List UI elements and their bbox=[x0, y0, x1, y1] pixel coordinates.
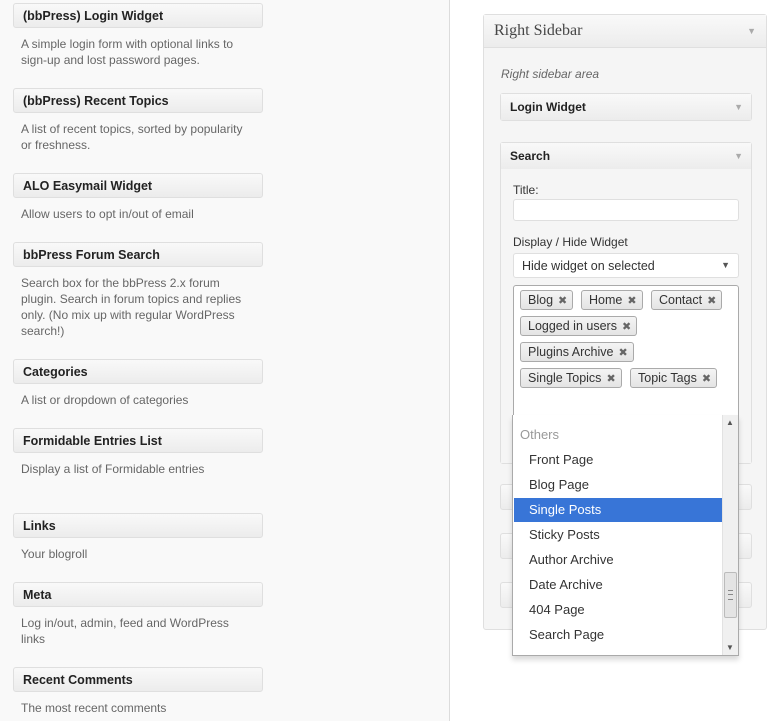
close-icon[interactable]: ✖ bbox=[618, 347, 627, 359]
available-widgets-list: (bbPress) Login Widget A simple login fo… bbox=[0, 0, 449, 721]
scrollbar-thumb[interactable] bbox=[724, 572, 737, 618]
tag-chip: Plugins Archive ✖ bbox=[520, 342, 634, 362]
right-sidebar-header[interactable]: Right Sidebar ▼ bbox=[484, 15, 766, 48]
triangle-down-icon[interactable]: ▼ bbox=[734, 151, 743, 161]
login-widget-header[interactable]: Login Widget ▼ bbox=[501, 94, 751, 120]
close-icon[interactable]: ✖ bbox=[627, 295, 636, 307]
tag-chip: Home ✖ bbox=[581, 290, 643, 310]
dropdown-group-label: Others bbox=[520, 427, 560, 442]
widget-description: A list of recent topics, sorted by popul… bbox=[21, 122, 243, 152]
sidebar-description: Right sidebar area bbox=[501, 67, 600, 81]
widget-title[interactable]: Meta bbox=[13, 582, 263, 607]
widget-alo-easymail[interactable]: ALO Easymail Widget Allow users to opt i… bbox=[13, 173, 263, 222]
tag-label: Blog bbox=[528, 293, 554, 307]
widget-bbpress-forum-search[interactable]: bbPress Forum Search Search box for the … bbox=[13, 242, 263, 339]
dropdown-option[interactable]: Date Archive bbox=[514, 573, 722, 597]
tag-chip: Contact ✖ bbox=[651, 290, 723, 310]
tag-label: Plugins Archive bbox=[528, 345, 614, 359]
widget-description: Allow users to opt in/out of email bbox=[21, 207, 194, 221]
pages-multiselect[interactable]: Blog ✖ Home ✖ Contact ✖ Logged in users ✖ Pl… bbox=[513, 285, 739, 417]
dropdown-option[interactable]: Sticky Posts bbox=[514, 523, 722, 547]
widget-title[interactable]: bbPress Forum Search bbox=[13, 242, 263, 267]
widget-formidable-entries[interactable]: Formidable Entries List Display a list o… bbox=[13, 428, 263, 477]
dropdown-option[interactable]: Author Archive bbox=[514, 548, 722, 572]
widget-meta[interactable]: Meta Log in/out, admin, feed and WordPre… bbox=[13, 582, 263, 647]
tag-chip: Topic Tags ✖ bbox=[630, 368, 718, 388]
widget-title[interactable]: Recent Comments bbox=[13, 667, 263, 692]
widget-title[interactable]: Categories bbox=[13, 359, 263, 384]
display-hide-select[interactable]: Hide widget on selected ▼ bbox=[513, 253, 739, 278]
widget-title[interactable]: Formidable Entries List bbox=[13, 428, 263, 453]
tag-label: Home bbox=[589, 293, 623, 307]
widget-title[interactable]: Links bbox=[13, 513, 263, 538]
scroll-down-icon[interactable]: ▼ bbox=[726, 643, 734, 652]
widget-recent-comments[interactable]: Recent Comments The most recent comments bbox=[13, 667, 263, 716]
widget-description: Your blogroll bbox=[21, 547, 88, 561]
close-icon[interactable]: ✖ bbox=[707, 295, 716, 307]
tag-label: Single Topics bbox=[528, 371, 602, 385]
close-icon[interactable]: ✖ bbox=[622, 321, 631, 333]
widget-categories[interactable]: Categories A list or dropdown of categor… bbox=[13, 359, 263, 408]
pages-dropdown[interactable]: Others Front Page Blog Page Single Posts… bbox=[512, 415, 739, 656]
tag-chip: Logged in users ✖ bbox=[520, 316, 638, 336]
scroll-up-icon[interactable]: ▲ bbox=[726, 418, 734, 427]
search-widget-title: Search bbox=[510, 149, 551, 163]
widget-title[interactable]: (bbPress) Login Widget bbox=[13, 3, 263, 28]
search-widget-header[interactable]: Search ▼ bbox=[501, 143, 751, 169]
title-label: Title: bbox=[513, 183, 539, 197]
close-icon[interactable]: ✖ bbox=[606, 373, 615, 385]
dropdown-scrollbar[interactable]: ▲ ▼ bbox=[722, 415, 738, 655]
widget-description: Search box for the bbPress 2.x forum plu… bbox=[21, 276, 242, 338]
close-icon[interactable]: ✖ bbox=[558, 295, 567, 307]
dropdown-option-highlighted[interactable]: Single Posts bbox=[514, 498, 722, 522]
dropdown-option[interactable]: Blog Page bbox=[514, 473, 722, 497]
widget-bbpress-recent-topics[interactable]: (bbPress) Recent Topics A list of recent… bbox=[13, 88, 263, 153]
tag-chip: Blog ✖ bbox=[520, 290, 574, 310]
widget-description: The most recent comments bbox=[21, 701, 167, 715]
tag-label: Logged in users bbox=[528, 319, 617, 333]
tag-chip: Single Topics ✖ bbox=[520, 368, 622, 388]
dropdown-option[interactable]: 404 Page bbox=[514, 598, 722, 622]
widget-description: A simple login form with optional links … bbox=[21, 37, 234, 67]
widget-description: A list or dropdown of categories bbox=[21, 393, 189, 407]
login-widget[interactable]: Login Widget ▼ bbox=[500, 93, 752, 121]
tag-label: Topic Tags bbox=[638, 371, 697, 385]
dropdown-option[interactable]: Front Page bbox=[514, 448, 722, 472]
title-input[interactable] bbox=[513, 199, 739, 221]
triangle-down-icon[interactable]: ▼ bbox=[734, 102, 743, 112]
widget-title[interactable]: (bbPress) Recent Topics bbox=[13, 88, 263, 113]
sidebar-title: Right Sidebar bbox=[494, 22, 583, 39]
login-widget-title: Login Widget bbox=[510, 100, 586, 114]
widget-title[interactable]: ALO Easymail Widget bbox=[13, 173, 263, 198]
tag-label: Contact bbox=[659, 293, 703, 307]
display-hide-label: Display / Hide Widget bbox=[513, 235, 628, 249]
chevron-down-icon: ▼ bbox=[721, 260, 730, 270]
widget-description: Log in/out, admin, feed and WordPress li… bbox=[21, 616, 229, 646]
widget-links[interactable]: Links Your blogroll bbox=[13, 513, 263, 562]
grip-icon bbox=[728, 590, 733, 600]
display-hide-value: Hide widget on selected bbox=[522, 259, 655, 273]
widget-bbpress-login[interactable]: (bbPress) Login Widget A simple login fo… bbox=[13, 3, 263, 68]
widget-description: Display a list of Formidable entries bbox=[21, 462, 205, 476]
close-icon[interactable]: ✖ bbox=[702, 373, 711, 385]
triangle-down-icon[interactable]: ▼ bbox=[747, 26, 756, 36]
dropdown-option[interactable]: Search Page bbox=[514, 623, 722, 647]
